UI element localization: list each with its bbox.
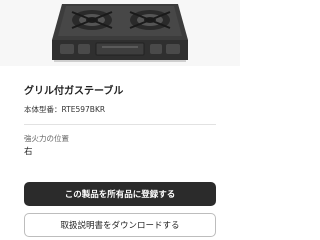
product-image (0, 0, 240, 66)
product-detail-page: グリル付ガステーブル 本体型番：RTE597BKR 強火力の位置 右 この製品を… (0, 0, 240, 240)
download-manual-button[interactable]: 取扱説明書をダウンロードする (24, 213, 216, 237)
product-name: グリル付ガステーブル (24, 86, 124, 97)
gas-stove-illustration (52, 4, 188, 62)
model-number-label: 本体型番： (24, 105, 62, 114)
strong-burner-position-label: 強火力の位置 (24, 134, 69, 143)
model-number-row: 本体型番：RTE597BKR (24, 104, 105, 115)
model-number-value: RTE597BKR (61, 105, 106, 114)
section-divider (24, 124, 216, 125)
register-product-button[interactable]: この製品を所有品に登録する (24, 182, 216, 206)
strong-burner-position-value: 右 (24, 147, 33, 157)
